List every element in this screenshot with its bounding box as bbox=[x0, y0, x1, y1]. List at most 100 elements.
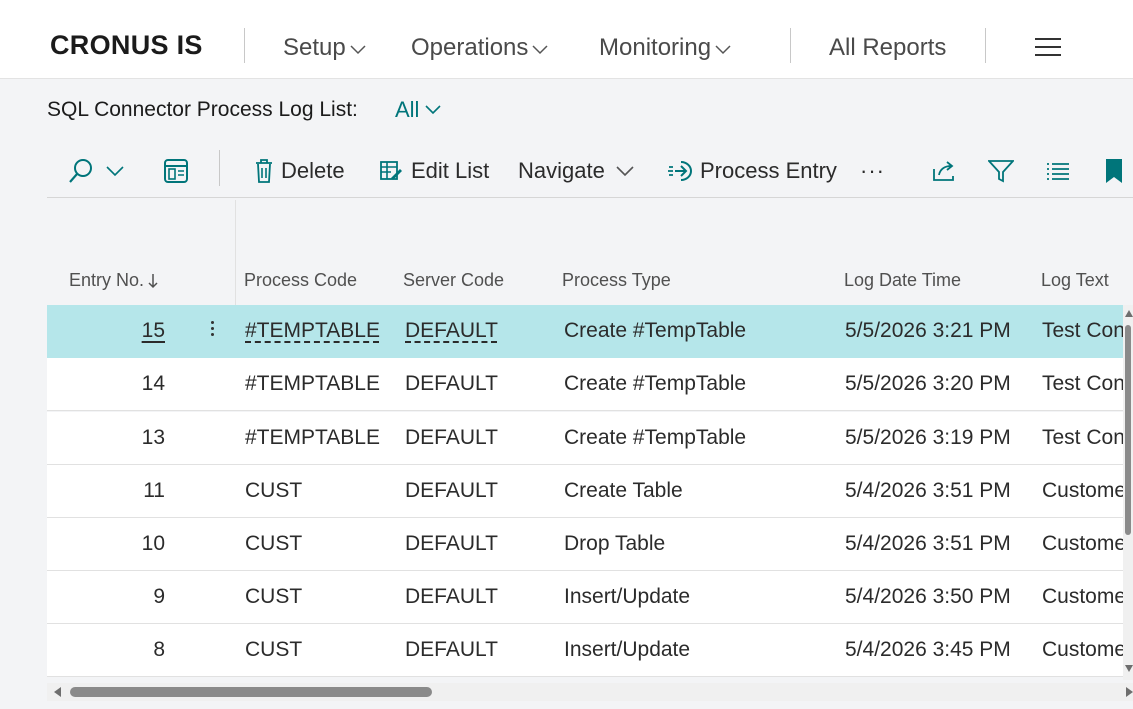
cell-log-date-time: 5/5/2026 3:19 PM bbox=[845, 426, 1011, 449]
column-header-log-date-time[interactable]: Log Date Time bbox=[844, 270, 961, 291]
cell-log-text: Test Con bbox=[1042, 319, 1123, 342]
view-selector-label: All bbox=[395, 97, 420, 122]
navigate-menu[interactable]: Navigate bbox=[518, 157, 634, 185]
cell-process-type: Insert/Update bbox=[564, 585, 691, 608]
delete-label: Delete bbox=[281, 158, 345, 183]
edit-list-label: Edit List bbox=[411, 158, 490, 183]
nav-operations[interactable]: Operations bbox=[411, 34, 548, 62]
cell-log-text: Custome bbox=[1042, 638, 1123, 661]
cell-process-type: Insert/Update bbox=[564, 638, 691, 661]
chevron-down-icon bbox=[350, 44, 366, 54]
bookmark-icon bbox=[1106, 159, 1122, 183]
horizontal-scrollbar[interactable] bbox=[47, 683, 1133, 701]
hamburger-icon[interactable] bbox=[1035, 38, 1061, 56]
cell-process-type: Drop Table bbox=[564, 532, 666, 555]
cell-entry-no[interactable]: 13 bbox=[105, 426, 165, 450]
chevron-down-icon bbox=[532, 44, 548, 54]
cell-entry-no[interactable]: 8 bbox=[105, 638, 165, 662]
scroll-down-arrow-icon[interactable] bbox=[1125, 665, 1133, 672]
column-header-label: Entry No. bbox=[69, 270, 145, 290]
more-actions-label: ··· bbox=[860, 158, 885, 183]
nav-divider bbox=[244, 28, 245, 63]
table-row[interactable]: 8 CUST DEFAULT Insert/Update 5/4/2026 3:… bbox=[47, 624, 1123, 677]
cell-process-code[interactable]: CUST bbox=[245, 585, 302, 609]
column-header-log-text[interactable]: Log Text bbox=[1041, 270, 1109, 291]
vertical-scrollbar[interactable] bbox=[1123, 305, 1133, 680]
table-row[interactable]: 9 CUST DEFAULT Insert/Update 5/4/2026 3:… bbox=[47, 571, 1123, 624]
action-divider bbox=[219, 150, 220, 186]
nav-monitoring[interactable]: Monitoring bbox=[599, 34, 731, 62]
search-icon bbox=[69, 159, 92, 183]
column-header-process-type[interactable]: Process Type bbox=[562, 270, 671, 291]
column-header-server-code[interactable]: Server Code bbox=[403, 270, 504, 291]
row-actions-menu[interactable] bbox=[207, 318, 217, 342]
cell-log-date-time: 5/4/2026 3:50 PM bbox=[845, 585, 1011, 608]
nav-all-reports[interactable]: All Reports bbox=[829, 34, 946, 62]
list-view-button[interactable] bbox=[1046, 157, 1070, 185]
column-header-entry-no[interactable]: Entry No. bbox=[69, 270, 158, 291]
cell-log-date-time: 5/4/2026 3:51 PM bbox=[845, 479, 1011, 502]
cell-process-code[interactable]: #TEMPTABLE bbox=[245, 426, 380, 450]
chevron-down-icon bbox=[425, 105, 442, 115]
toggle-layout-button[interactable] bbox=[163, 157, 189, 185]
cell-log-text: Test Con bbox=[1042, 426, 1123, 449]
filter-icon bbox=[988, 160, 1014, 183]
cell-entry-no[interactable]: 10 bbox=[105, 532, 165, 556]
process-entry-icon bbox=[668, 161, 692, 181]
nav-all-reports-label: All Reports bbox=[829, 34, 947, 61]
cell-process-code[interactable]: #TEMPTABLE bbox=[245, 372, 380, 396]
edit-list-icon bbox=[380, 161, 402, 180]
cell-process-type: Create #TempTable bbox=[564, 426, 747, 449]
cell-server-code[interactable]: DEFAULT bbox=[405, 532, 498, 556]
chevron-down-icon bbox=[616, 165, 634, 176]
scroll-left-arrow-icon[interactable] bbox=[54, 687, 61, 697]
search-button[interactable] bbox=[67, 157, 124, 185]
nav-divider bbox=[790, 28, 791, 63]
chevron-down-icon bbox=[715, 44, 731, 54]
horizontal-scroll-thumb[interactable] bbox=[70, 687, 432, 697]
cell-entry-no[interactable]: 14 bbox=[105, 372, 165, 396]
scroll-up-arrow-icon[interactable] bbox=[1125, 310, 1133, 317]
more-actions-button[interactable]: ··· bbox=[860, 157, 885, 185]
column-header-process-code[interactable]: Process Code bbox=[244, 270, 357, 291]
process-entry-label: Process Entry bbox=[700, 158, 837, 183]
nav-setup[interactable]: Setup bbox=[283, 34, 366, 62]
share-button[interactable] bbox=[931, 157, 957, 185]
chevron-down-icon bbox=[106, 165, 124, 176]
vertical-scroll-thumb[interactable] bbox=[1125, 325, 1131, 535]
cell-entry-no[interactable]: 15 bbox=[105, 319, 165, 343]
company-name[interactable]: CRONUS IS bbox=[50, 30, 203, 61]
delete-button[interactable]: Delete bbox=[254, 157, 345, 185]
nav-operations-label: Operations bbox=[411, 34, 529, 61]
cell-entry-no[interactable]: 11 bbox=[105, 479, 165, 503]
cell-server-code[interactable]: DEFAULT bbox=[405, 638, 498, 662]
cell-server-code[interactable]: DEFAULT bbox=[405, 319, 498, 343]
log-list-grid: Entry No. Process Code Server Code Proce… bbox=[47, 200, 1123, 680]
cell-server-code[interactable]: DEFAULT bbox=[405, 479, 498, 503]
edit-list-button[interactable]: Edit List bbox=[380, 157, 489, 185]
cell-process-code[interactable]: CUST bbox=[245, 479, 302, 503]
cell-process-code[interactable]: CUST bbox=[245, 638, 302, 662]
cell-log-date-time: 5/5/2026 3:21 PM bbox=[845, 319, 1011, 342]
cell-log-text: Custome bbox=[1042, 532, 1123, 555]
table-row[interactable]: 10 CUST DEFAULT Drop Table 5/4/2026 3:51… bbox=[47, 518, 1123, 571]
bookmark-button[interactable] bbox=[1105, 157, 1123, 185]
share-icon bbox=[933, 161, 954, 181]
view-selector[interactable]: All bbox=[395, 97, 442, 123]
trash-icon bbox=[256, 159, 272, 183]
cell-log-text: Custome bbox=[1042, 585, 1123, 608]
cell-entry-no[interactable]: 9 bbox=[105, 585, 165, 609]
cell-server-code[interactable]: DEFAULT bbox=[405, 372, 498, 396]
cell-process-code[interactable]: CUST bbox=[245, 532, 302, 556]
table-row[interactable]: 15 #TEMPTABLE DEFAULT Create #TempTable … bbox=[47, 305, 1123, 358]
cell-server-code[interactable]: DEFAULT bbox=[405, 585, 498, 609]
cell-process-code[interactable]: #TEMPTABLE bbox=[245, 319, 380, 343]
cell-server-code[interactable]: DEFAULT bbox=[405, 426, 498, 450]
table-row[interactable]: 14 #TEMPTABLE DEFAULT Create #TempTable … bbox=[47, 358, 1123, 411]
process-entry-button[interactable]: Process Entry bbox=[667, 157, 837, 185]
filter-button[interactable] bbox=[988, 157, 1014, 185]
table-row[interactable]: 11 CUST DEFAULT Create Table 5/4/2026 3:… bbox=[47, 465, 1123, 518]
table-row[interactable]: 13 #TEMPTABLE DEFAULT Create #TempTable … bbox=[47, 412, 1123, 465]
scroll-right-arrow-icon[interactable] bbox=[1126, 687, 1133, 697]
cell-log-date-time: 5/5/2026 3:20 PM bbox=[845, 372, 1011, 395]
